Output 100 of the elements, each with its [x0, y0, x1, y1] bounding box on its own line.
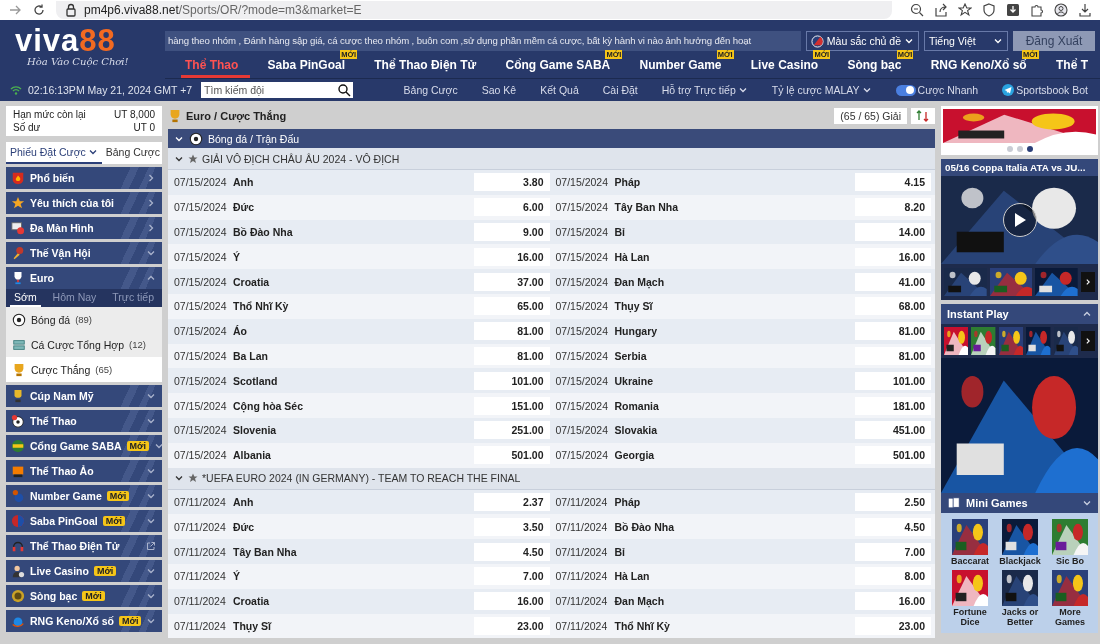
odds-button[interactable]: 2.37 — [473, 492, 550, 511]
sidebar-tab[interactable]: Bảng Cược — [101, 142, 164, 164]
odds-button[interactable]: 23.00 — [473, 616, 550, 635]
game-tile[interactable]: More Games — [1045, 570, 1095, 627]
sidebar-item[interactable]: Cổng Game SABA Mới — [6, 435, 162, 457]
odds-button[interactable]: 501.00 — [473, 446, 550, 465]
reload-icon[interactable] — [32, 3, 46, 17]
sidebar-item[interactable]: Sòng bạc Mới — [6, 585, 162, 607]
league-header[interactable]: *UEFA EURO 2024 (IN GERMANY) - TEAM TO REACH THE FINAL — [168, 467, 935, 490]
sidebar-item[interactable]: Thể Thao Điện Tử — [6, 535, 162, 557]
download-icon[interactable] — [1078, 3, 1092, 17]
game-tile[interactable]: Sic Bo — [1045, 519, 1095, 566]
odds-button[interactable]: 41.00 — [855, 272, 931, 291]
odds-button[interactable]: 181.00 — [855, 396, 931, 415]
odds-button[interactable]: 14.00 — [855, 223, 931, 241]
odds-button[interactable]: 251.00 — [473, 421, 550, 440]
odds-button[interactable]: 101.00 — [473, 371, 550, 390]
odds-button[interactable]: 37.00 — [473, 272, 550, 291]
sidebar-item[interactable]: Cúp Nam Mỹ — [6, 385, 162, 407]
download-icon[interactable] — [1006, 3, 1020, 17]
odds-button[interactable]: 23.00 — [855, 616, 931, 635]
sidebar-item[interactable]: Euro — [6, 267, 162, 289]
toggle-switch[interactable] — [895, 84, 916, 96]
sidebar-tab[interactable]: Phiếu Đặt Cược — [6, 142, 102, 164]
game-tile[interactable]: Baccarat — [945, 519, 995, 566]
odds-button[interactable]: 6.00 — [473, 198, 550, 217]
shield-icon[interactable] — [982, 3, 996, 17]
star-icon[interactable] — [188, 473, 198, 484]
carousel-dot[interactable] — [1016, 146, 1023, 152]
odds-button[interactable]: 81.00 — [473, 346, 550, 365]
filter-tab[interactable]: Hôm Nay — [48, 289, 101, 307]
carousel-dot[interactable] — [1006, 146, 1013, 152]
odds-button[interactable]: 151.00 — [473, 396, 550, 415]
odds-button[interactable]: 81.00 — [855, 322, 931, 341]
league-count[interactable]: (65 / 65) Giải — [834, 107, 907, 124]
odds-button[interactable]: 501.00 — [855, 446, 931, 465]
panel-header[interactable]: Mini Games — [941, 493, 1098, 513]
address-bar[interactable]: pm4p6.viva88.net/Sports/OR/?mode=m3&market=E — [56, 1, 892, 19]
account-icon[interactable] — [1054, 3, 1068, 17]
header-link[interactable]: Tỷ lệ cược MALAY — [771, 84, 872, 96]
nav-tab[interactable]: Thể T — [1051, 50, 1100, 78]
header-link[interactable]: Bảng Cược — [403, 84, 458, 96]
sidebar-item[interactable]: Thế Vận Hội — [6, 242, 162, 264]
star-icon[interactable] — [188, 153, 198, 164]
odds-button[interactable]: 16.00 — [855, 592, 931, 611]
carousel-dot[interactable] — [1026, 146, 1033, 152]
nav-tab[interactable]: Thể Thao Điện Tử — [370, 50, 489, 78]
language-dropdown[interactable]: Tiếng Việt — [924, 31, 1008, 51]
next-button[interactable] — [1081, 331, 1096, 351]
sidebar-subitem[interactable]: Cá Cược Tổng Hợp (12) — [6, 332, 162, 357]
odds-button[interactable]: 101.00 — [855, 371, 931, 390]
sidebar-item[interactable]: Saba PinGoal Mới — [6, 510, 162, 532]
sidebar-item[interactable]: Đa Màn Hình — [6, 217, 162, 239]
odds-button[interactable]: 81.00 — [473, 322, 550, 341]
star-icon[interactable] — [958, 3, 972, 17]
sidebar-item[interactable]: Live Casino Mới — [6, 560, 162, 582]
sidebar-subitem[interactable]: Cược Thắng (65) — [6, 357, 162, 382]
odds-button[interactable]: 9.00 — [473, 223, 550, 241]
sidebar-item[interactable]: Thể Thao — [6, 410, 162, 432]
header-link[interactable]: Kết Quả — [540, 84, 579, 96]
quick-bet-toggle[interactable]: Cược Nhanh — [895, 84, 979, 96]
sidebar-subitem[interactable]: Bóng đá (89) — [6, 307, 162, 332]
game-tile[interactable]: Jacks or Better — [995, 570, 1045, 627]
odds-button[interactable]: 16.00 — [855, 247, 931, 266]
bot-link[interactable]: Sportsbook Bot — [1002, 84, 1088, 96]
odds-button[interactable]: 65.00 — [473, 297, 550, 316]
odds-button[interactable]: 8.20 — [855, 198, 931, 217]
header-link[interactable]: Cài Đặt — [602, 84, 638, 96]
filter-tab[interactable]: Trực tiếp — [108, 289, 158, 307]
sidebar-item[interactable]: Thể Thao Ảo — [6, 460, 162, 482]
sort-icon[interactable] — [911, 107, 935, 124]
odds-button[interactable]: 4.15 — [855, 173, 931, 192]
share-icon[interactable] — [934, 3, 948, 17]
odds-button[interactable]: 16.00 — [473, 247, 550, 266]
odds-button[interactable]: 3.50 — [473, 517, 550, 536]
odds-button[interactable]: 8.00 — [855, 567, 931, 586]
odds-button[interactable]: 7.00 — [855, 542, 931, 561]
sidebar-item[interactable]: Yêu thích của tôi — [6, 192, 162, 214]
play-button[interactable] — [1003, 203, 1037, 237]
panel-header[interactable]: Instant Play — [941, 304, 1098, 324]
sidebar-item[interactable]: Number Game Mới — [6, 485, 162, 507]
header-link[interactable]: Sao Kê — [481, 84, 517, 96]
next-button[interactable] — [1081, 272, 1095, 292]
odds-button[interactable]: 68.00 — [855, 297, 931, 316]
odds-button[interactable]: 3.80 — [473, 173, 550, 192]
sidebar-item[interactable]: Phổ biến — [6, 167, 162, 189]
sidebar-item[interactable]: RNG Keno/Xổ số Mới — [6, 610, 162, 632]
game-tile[interactable]: Fortune Dice — [945, 570, 995, 627]
logo[interactable]: viva88 — [15, 26, 165, 56]
odds-button[interactable]: 451.00 — [855, 421, 931, 440]
search-field[interactable]: Tìm kiếm đội — [201, 82, 336, 98]
game-tile[interactable]: Blackjack — [995, 519, 1045, 566]
odds-button[interactable]: 4.50 — [473, 542, 550, 561]
puzzle-icon[interactable] — [1030, 3, 1044, 17]
odds-button[interactable]: 7.00 — [473, 567, 550, 586]
forward-icon[interactable] — [8, 3, 22, 17]
odds-button[interactable]: 4.50 — [855, 517, 931, 536]
odds-button[interactable]: 81.00 — [855, 346, 931, 365]
header-link[interactable]: Hỗ trợ Trực tiếp — [661, 84, 748, 96]
logout-button[interactable]: Đăng Xuất — [1013, 31, 1095, 51]
